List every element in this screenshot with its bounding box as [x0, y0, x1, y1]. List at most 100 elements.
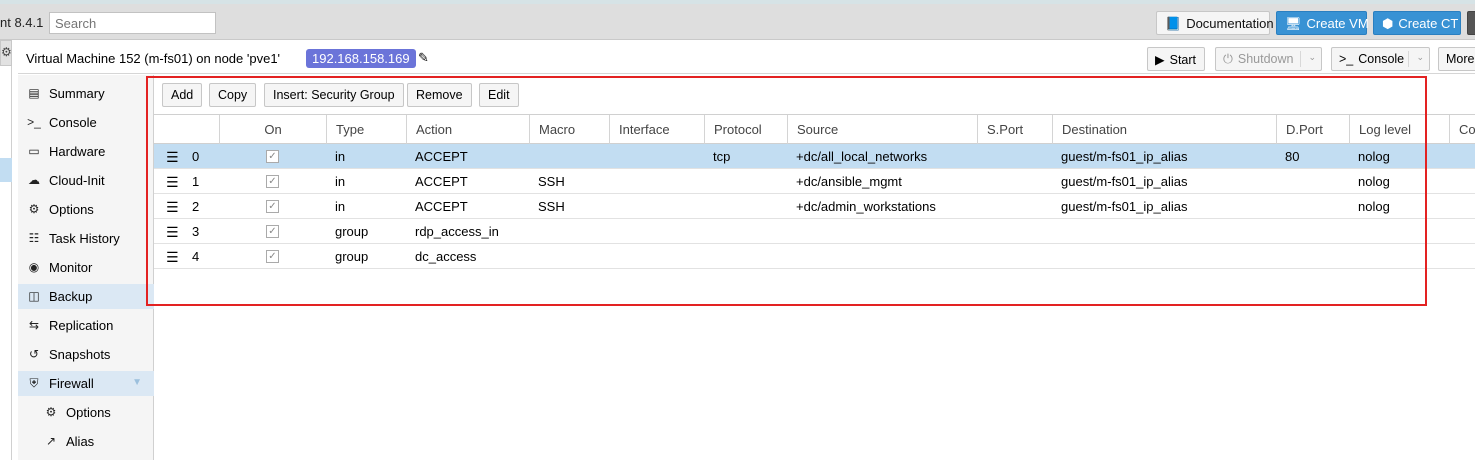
- cell-dport: [1276, 194, 1294, 218]
- column-header-dport[interactable]: D.Port: [1276, 115, 1349, 144]
- cell-destination: guest/m-fs01_ip_alias: [1061, 199, 1188, 214]
- table-row[interactable]: ☰ 2 ✓ in ACCEPT SSH +dc/admin_workstatio…: [154, 194, 1475, 219]
- cell-log-level: nolog: [1358, 199, 1390, 214]
- column-header-interface[interactable]: Interface: [609, 115, 704, 144]
- grid-header: On Type Action Macro Interface Protocol …: [154, 114, 1475, 144]
- nav-item-monitor[interactable]: ◉ Monitor: [18, 255, 154, 280]
- cell-action: ACCEPT: [415, 174, 468, 189]
- vm-title: Virtual Machine 152 (m-fs01) on node 'pv…: [26, 51, 281, 66]
- table-row[interactable]: ☰ 0 ✓ in ACCEPT tcp +dc/all_local_networ…: [154, 144, 1475, 169]
- nav-item-firewall[interactable]: ⛨ Firewall ▼: [18, 371, 154, 396]
- retweet-icon: ⇆: [28, 318, 40, 332]
- copy-button[interactable]: Copy: [209, 83, 257, 107]
- cell-destination: guest/m-fs01_ip_alias: [1061, 149, 1188, 164]
- tree-selection[interactable]: [0, 158, 12, 182]
- insert-security-group-button[interactable]: Insert: Security Group: [264, 83, 404, 107]
- table-row[interactable]: ☰ 1 ✓ in ACCEPT SSH +dc/ansible_mgmt gue…: [154, 169, 1475, 194]
- chevron-down-icon[interactable]: ⌄: [1308, 52, 1316, 63]
- start-button[interactable]: ▶ Start: [1147, 47, 1205, 71]
- gear-icon[interactable]: ⚙: [0, 40, 12, 66]
- more-button[interactable]: More: [1438, 47, 1475, 71]
- cell-macro: [529, 144, 547, 168]
- nav-item-task-history[interactable]: ☷ Task History: [18, 226, 154, 251]
- chevron-down-icon[interactable]: ⌄: [1416, 52, 1424, 63]
- enable-checkbox[interactable]: ✓: [266, 225, 279, 238]
- column-header-source[interactable]: Source: [787, 115, 977, 144]
- split-divider: [1300, 51, 1301, 67]
- table-row[interactable]: ☰ 4 ✓ group dc_access: [154, 244, 1475, 269]
- nav-item-alias[interactable]: ↗ Alias: [18, 429, 154, 454]
- ip-badge: 192.168.158.169: [306, 49, 416, 68]
- drag-handle-icon[interactable]: ☰: [166, 149, 179, 166]
- vm-nav: ▤ Summary >_ Console ▭ Hardware ☁ Cloud-Init…: [18, 75, 154, 460]
- cloud-icon: ☁: [28, 173, 40, 187]
- table-row[interactable]: ☰ 3 ✓ group rdp_access_in: [154, 219, 1475, 244]
- book-icon: ▤: [28, 86, 40, 100]
- enable-checkbox[interactable]: ✓: [266, 200, 279, 213]
- enable-checkbox[interactable]: ✓: [266, 150, 279, 163]
- cell-action: dc_access: [415, 249, 477, 264]
- user-menu-button[interactable]: [1467, 11, 1475, 35]
- shield-icon: ⛨: [29, 376, 39, 390]
- chevron-down-icon[interactable]: ▼: [132, 377, 142, 388]
- shutdown-button[interactable]: ⏻ Shutdown ⌄: [1215, 47, 1322, 71]
- terminal-icon: >_: [1339, 52, 1354, 66]
- floppy-icon: ◫: [28, 289, 40, 303]
- nav-item-snapshots[interactable]: ↺ Snapshots: [18, 342, 154, 367]
- nav-item-summary[interactable]: ▤ Summary: [18, 81, 154, 106]
- nav-item-options[interactable]: ⚙ Options: [18, 197, 154, 222]
- drag-handle-icon[interactable]: ☰: [166, 249, 179, 266]
- cell-destination: guest/m-fs01_ip_alias: [1061, 174, 1188, 189]
- cell-source: +dc/all_local_networks: [796, 149, 928, 164]
- cube-icon: ⬢: [1382, 16, 1394, 31]
- column-header-macro[interactable]: Macro: [529, 115, 609, 144]
- column-header-comment[interactable]: Co: [1449, 115, 1475, 144]
- row-number: 0: [192, 149, 200, 164]
- cell-type: in: [335, 149, 346, 164]
- cell-type: group: [335, 224, 369, 239]
- drag-handle-icon[interactable]: ☰: [166, 174, 179, 191]
- remove-button[interactable]: Remove: [407, 83, 472, 107]
- column-header-handle: [154, 115, 219, 144]
- column-header-sport[interactable]: S.Port: [977, 115, 1052, 144]
- column-header-on[interactable]: On: [219, 115, 326, 144]
- create-ct-button[interactable]: ⬢ Create CT: [1373, 11, 1461, 35]
- cell-action: ACCEPT: [415, 199, 468, 214]
- external-link-icon: ↗: [45, 434, 57, 448]
- nav-item-hardware[interactable]: ▭ Hardware: [18, 139, 154, 164]
- vm-header: Virtual Machine 152 (m-fs01) on node 'pv…: [18, 44, 1475, 74]
- desktop-icon: ▭: [28, 144, 40, 158]
- nav-item-backup[interactable]: ◫ Backup: [18, 284, 154, 309]
- create-vm-button[interactable]: 🖥 Create VM: [1276, 11, 1369, 35]
- pencil-icon[interactable]: ✎: [418, 50, 429, 66]
- nav-item-cloud-init[interactable]: ☁ Cloud-Init: [18, 168, 154, 193]
- column-header-protocol[interactable]: Protocol: [704, 115, 787, 144]
- firewall-toolbar: Add Copy Insert: Security Group Remove E…: [154, 82, 1475, 110]
- cell-macro: SSH: [538, 199, 565, 214]
- nav-item-console[interactable]: >_ Console: [18, 110, 154, 135]
- cell-protocol: [704, 169, 722, 193]
- nav-item-firewall-options[interactable]: ⚙ Options: [18, 400, 154, 425]
- edit-button[interactable]: Edit: [479, 83, 519, 107]
- eye-icon: ◉: [28, 260, 40, 274]
- column-header-destination[interactable]: Destination: [1052, 115, 1276, 144]
- power-icon: ⏻: [1223, 52, 1233, 66]
- column-header-action[interactable]: Action: [406, 115, 529, 144]
- enable-checkbox[interactable]: ✓: [266, 250, 279, 263]
- add-button[interactable]: Add: [162, 83, 203, 107]
- enable-checkbox[interactable]: ✓: [266, 175, 279, 188]
- column-header-log-level[interactable]: Log level: [1349, 115, 1449, 144]
- play-icon: ▶: [1155, 53, 1165, 67]
- column-header-type[interactable]: Type: [326, 115, 406, 144]
- documentation-button[interactable]: 📘 Documentation: [1156, 11, 1274, 35]
- cell-protocol: [704, 194, 722, 218]
- drag-handle-icon[interactable]: ☰: [166, 199, 179, 216]
- drag-handle-icon[interactable]: ☰: [166, 224, 179, 241]
- cell-dport: 80: [1285, 149, 1300, 164]
- search-input[interactable]: [49, 12, 216, 34]
- history-icon: ↺: [28, 347, 40, 361]
- book-icon: 📘: [1165, 16, 1182, 31]
- console-button[interactable]: >_ Console ⌄: [1331, 47, 1430, 71]
- cell-source: +dc/ansible_mgmt: [796, 174, 902, 189]
- nav-item-replication[interactable]: ⇆ Replication: [18, 313, 154, 338]
